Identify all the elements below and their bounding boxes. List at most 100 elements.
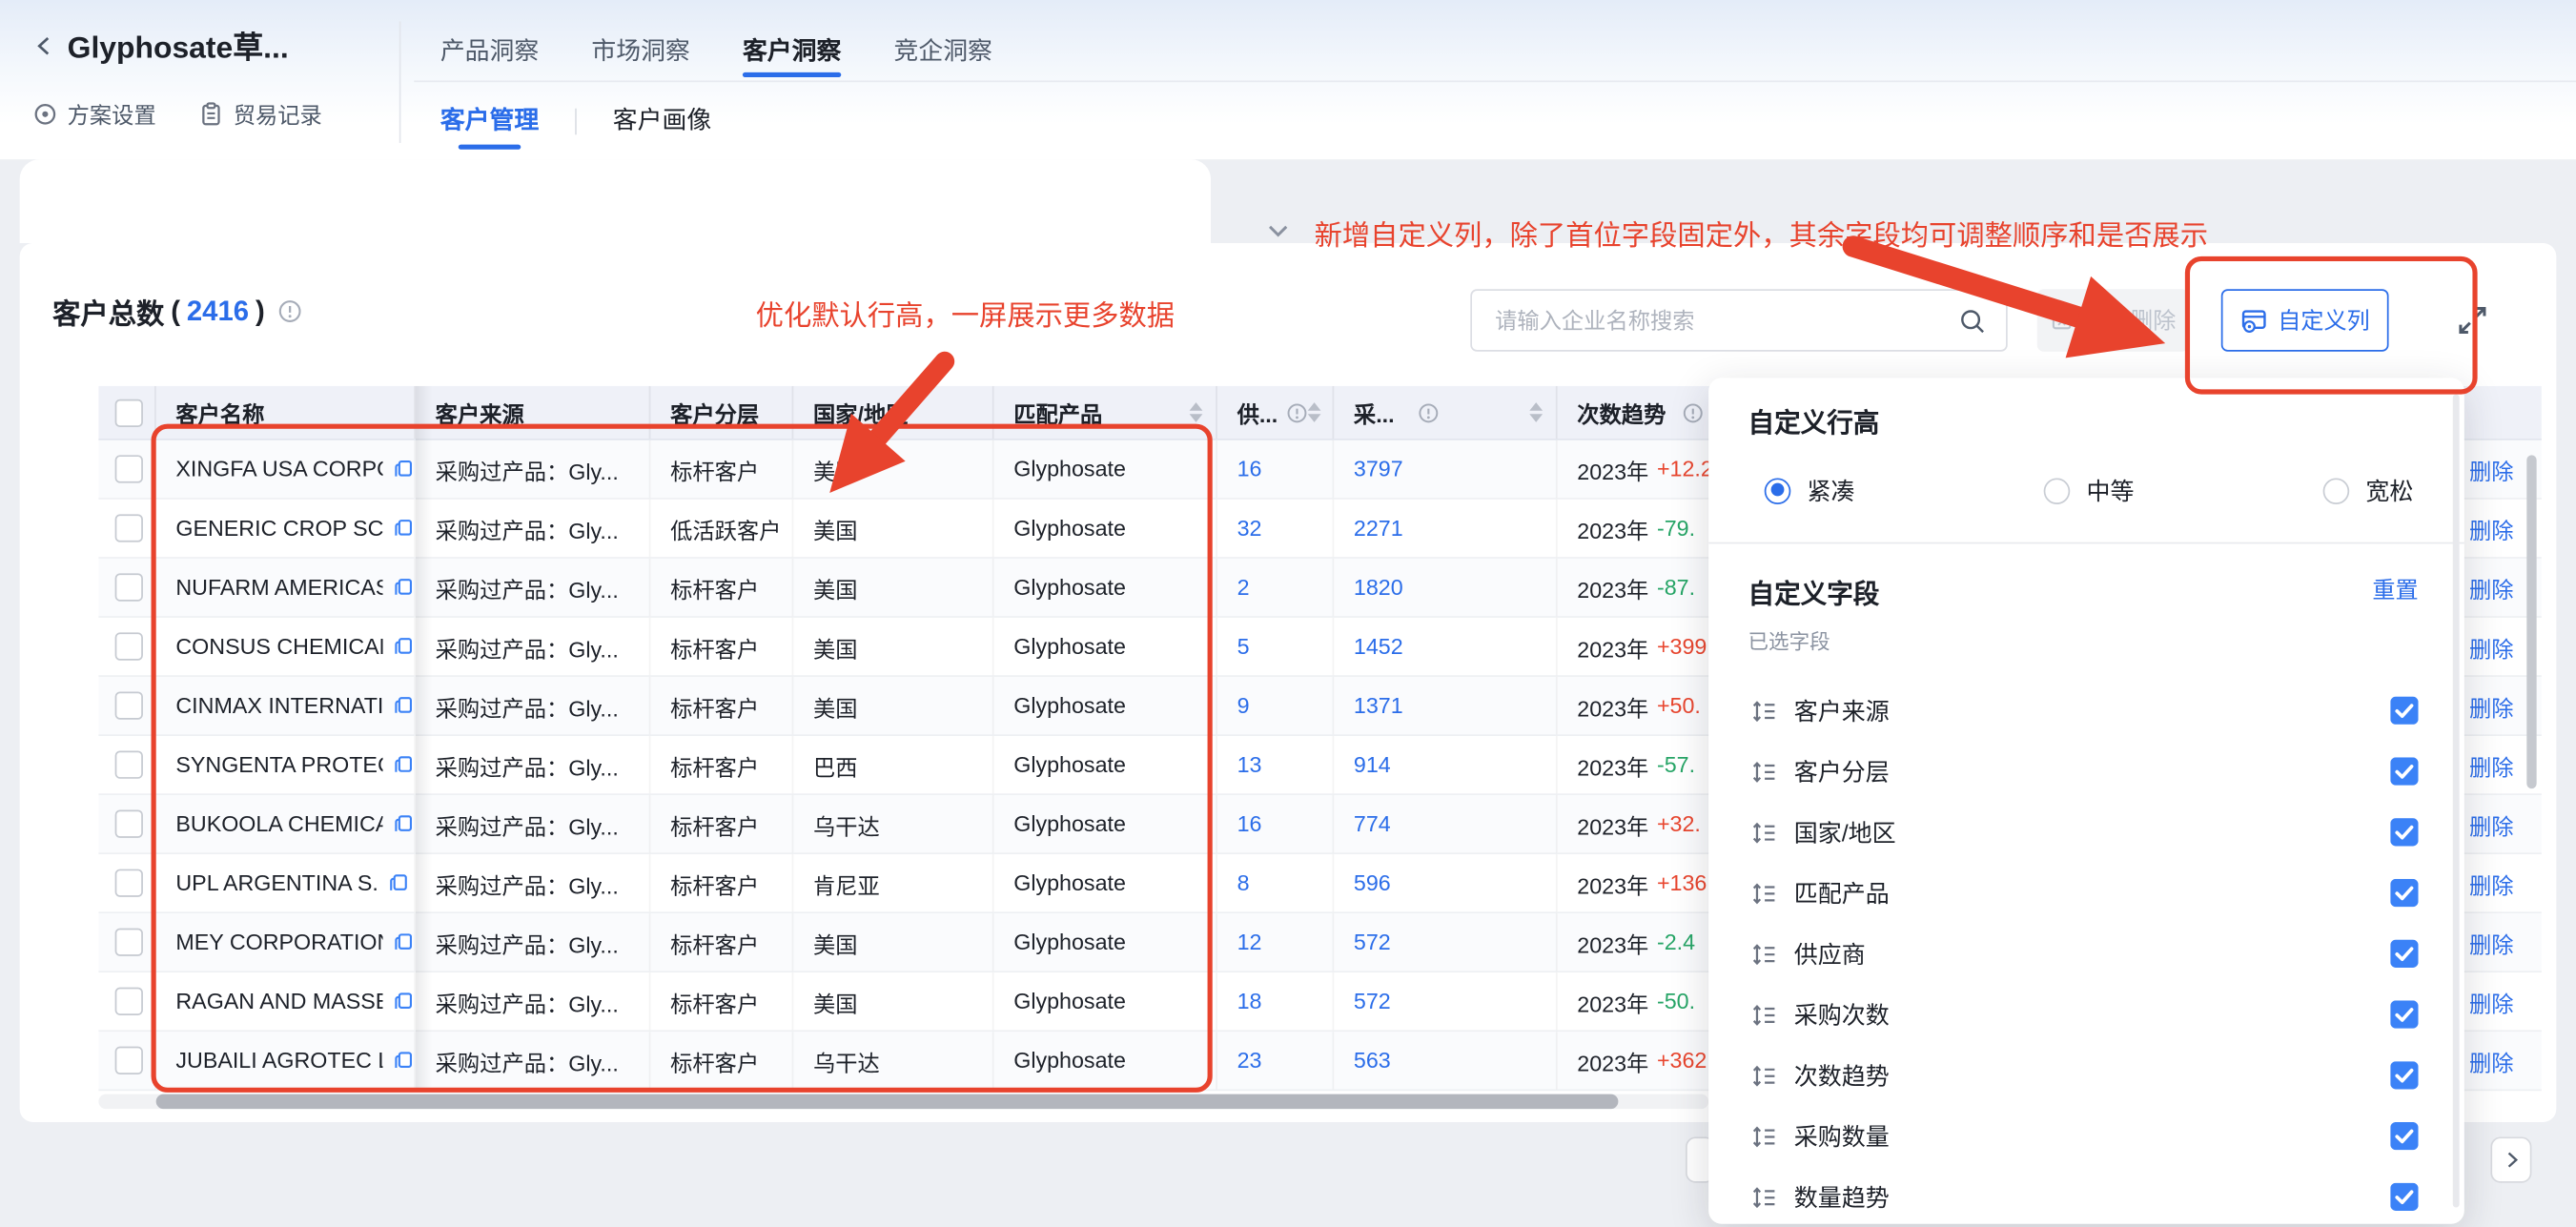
row-checkbox[interactable] <box>115 751 143 779</box>
fullscreen-icon[interactable] <box>2454 302 2490 338</box>
purchase-count-link[interactable]: 1820 <box>1354 575 1403 600</box>
customer-name-link[interactable]: CINMAX INTERNATIO <box>175 693 382 718</box>
field-list-item[interactable]: 数量趋势 <box>1708 1166 2464 1227</box>
delete-row-link[interactable]: 删除 <box>2469 926 2514 958</box>
field-list-item[interactable]: 采购次数 <box>1708 984 2464 1045</box>
breadcrumb[interactable]: Glyphosate草... <box>32 25 288 68</box>
delete-row-link[interactable]: 删除 <box>2469 630 2514 663</box>
row-checkbox[interactable] <box>115 1047 143 1074</box>
next-page-button[interactable] <box>2490 1136 2531 1182</box>
sort-carets-icon[interactable] <box>1307 402 1320 422</box>
col-customer-tier[interactable]: 客户分层 <box>650 386 793 439</box>
supplier-count-link[interactable]: 16 <box>1237 811 1262 836</box>
row-checkbox[interactable] <box>115 573 143 601</box>
field-list-item[interactable]: 匹配产品 <box>1708 863 2464 924</box>
info-icon[interactable] <box>1683 401 1704 422</box>
tab-market-insight[interactable]: 市场洞察 <box>591 20 689 94</box>
row-height-option[interactable]: 中等 <box>2044 473 2323 507</box>
delete-row-link[interactable]: 删除 <box>2469 748 2514 781</box>
scheme-settings-button[interactable]: 方案设置 <box>32 97 155 130</box>
delete-row-link[interactable]: 删除 <box>2469 985 2514 1017</box>
row-height-option[interactable]: 紧凑 <box>1765 473 2044 507</box>
delete-row-link[interactable]: 删除 <box>2469 571 2514 603</box>
purchase-count-link[interactable]: 572 <box>1354 930 1391 954</box>
supplier-count-link[interactable]: 13 <box>1237 752 1262 777</box>
row-checkbox[interactable] <box>115 869 143 897</box>
delete-row-link[interactable]: 删除 <box>2469 867 2514 899</box>
supplier-count-link[interactable]: 16 <box>1237 457 1262 481</box>
purchase-count-link[interactable]: 572 <box>1354 989 1391 1013</box>
drag-reorder-icon[interactable] <box>1751 819 1778 846</box>
info-icon[interactable] <box>278 299 303 324</box>
checked-checkbox-icon[interactable] <box>2390 940 2418 968</box>
trade-records-button[interactable]: 贸易记录 <box>199 97 322 130</box>
horizontal-scrollbar-thumb[interactable] <box>156 1094 1619 1110</box>
delete-row-link[interactable]: 删除 <box>2469 512 2514 544</box>
delete-row-link[interactable]: 删除 <box>2469 808 2514 840</box>
purchase-count-link[interactable]: 1452 <box>1354 634 1403 659</box>
radio-icon[interactable] <box>2044 478 2071 504</box>
supplier-count-link[interactable]: 9 <box>1237 693 1250 718</box>
sort-carets-icon[interactable] <box>1529 402 1543 422</box>
copy-icon[interactable] <box>391 930 414 953</box>
horizontal-scrollbar[interactable] <box>98 1094 1708 1110</box>
copy-icon[interactable] <box>391 990 414 1012</box>
copy-icon[interactable] <box>391 812 414 835</box>
copy-icon[interactable] <box>391 517 414 540</box>
field-list-item[interactable]: 国家/地区 <box>1708 802 2464 863</box>
copy-icon[interactable] <box>391 458 414 481</box>
copy-icon[interactable] <box>386 871 409 894</box>
col-customer-source[interactable]: 客户来源 <box>416 386 650 439</box>
drag-reorder-icon[interactable] <box>1751 941 1778 968</box>
drag-reorder-icon[interactable] <box>1751 698 1778 725</box>
drag-reorder-icon[interactable] <box>1751 1001 1778 1028</box>
purchase-count-link[interactable]: 774 <box>1354 811 1391 836</box>
drag-reorder-icon[interactable] <box>1751 1062 1778 1089</box>
customize-columns-button[interactable]: 自定义列 <box>2221 289 2389 351</box>
customer-name-link[interactable]: RAGAN AND MASSE <box>175 989 382 1013</box>
subtab-customer-profile[interactable]: 客户画像 <box>613 95 711 159</box>
field-list-item[interactable]: 供应商 <box>1708 923 2464 984</box>
checked-checkbox-icon[interactable] <box>2390 1122 2418 1150</box>
back-chevron-icon[interactable] <box>32 34 55 57</box>
supplier-count-link[interactable]: 18 <box>1237 989 1262 1013</box>
tab-product-insight[interactable]: 产品洞察 <box>440 20 539 94</box>
search-input[interactable] <box>1492 306 1958 334</box>
col-suppliers[interactable]: 供... <box>1217 386 1334 439</box>
purchase-count-link[interactable]: 3797 <box>1354 457 1403 481</box>
copy-icon[interactable] <box>391 694 414 717</box>
supplier-count-link[interactable]: 8 <box>1237 870 1250 895</box>
checked-checkbox-icon[interactable] <box>2390 818 2418 846</box>
row-checkbox[interactable] <box>115 455 143 482</box>
row-checkbox[interactable] <box>115 632 143 660</box>
checked-checkbox-icon[interactable] <box>2390 1061 2418 1089</box>
drag-reorder-icon[interactable] <box>1751 1184 1778 1211</box>
copy-icon[interactable] <box>391 576 414 599</box>
customer-name-link[interactable]: NUFARM AMERICAS, <box>175 575 382 600</box>
sort-carets-icon[interactable] <box>1190 402 1203 422</box>
purchase-count-link[interactable]: 596 <box>1354 870 1391 895</box>
row-checkbox[interactable] <box>115 988 143 1015</box>
supplier-count-link[interactable]: 5 <box>1237 634 1250 659</box>
drag-reorder-icon[interactable] <box>1751 1123 1778 1150</box>
purchase-count-link[interactable]: 2271 <box>1354 516 1403 541</box>
checked-checkbox-icon[interactable] <box>2390 757 2418 785</box>
info-icon[interactable] <box>1418 401 1439 422</box>
checked-checkbox-icon[interactable] <box>2390 1183 2418 1211</box>
supplier-count-link[interactable]: 12 <box>1237 930 1262 954</box>
field-list-item[interactable]: 客户分层 <box>1708 741 2464 802</box>
supplier-count-link[interactable]: 2 <box>1237 575 1250 600</box>
info-icon[interactable] <box>1286 401 1307 422</box>
customer-name-link[interactable]: XINGFA USA CORPO <box>175 457 382 481</box>
checked-checkbox-icon[interactable] <box>2390 697 2418 725</box>
reset-link[interactable]: 重置 <box>2372 573 2418 605</box>
field-list-item[interactable]: 客户来源 <box>1708 680 2464 741</box>
purchase-count-link[interactable]: 563 <box>1354 1048 1391 1073</box>
drag-reorder-icon[interactable] <box>1751 880 1778 907</box>
copy-icon[interactable] <box>391 753 414 776</box>
tab-customer-insight[interactable]: 客户洞察 <box>743 20 841 94</box>
col-customer-name[interactable]: 客户名称 <box>156 386 416 439</box>
customer-name-link[interactable]: SYNGENTA PROTEC <box>175 752 382 777</box>
collapse-chevron-icon[interactable] <box>1261 214 1294 246</box>
drag-reorder-icon[interactable] <box>1751 758 1778 785</box>
